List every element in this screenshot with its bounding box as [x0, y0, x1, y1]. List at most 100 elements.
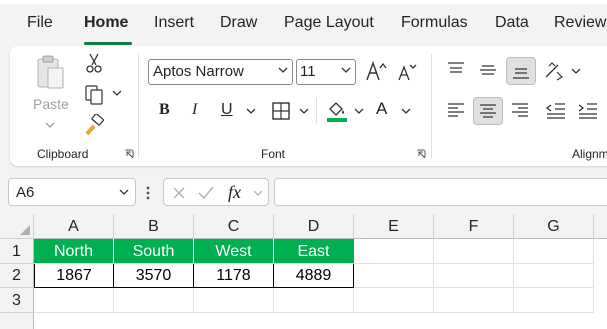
- separator: [431, 54, 432, 158]
- tab-file[interactable]: File: [27, 14, 53, 32]
- chevron-down-icon: [119, 189, 129, 195]
- column-header-d[interactable]: D: [274, 214, 354, 239]
- cell-a2[interactable]: 1867: [34, 264, 114, 288]
- cell-c3[interactable]: [194, 288, 274, 313]
- font-group-label: Font: [261, 147, 286, 161]
- column-header-f[interactable]: F: [434, 214, 514, 239]
- cell-c2[interactable]: 1178: [194, 264, 274, 288]
- insert-function-button[interactable]: fx: [228, 182, 241, 203]
- column-header-a[interactable]: A: [34, 214, 114, 239]
- chevron-down-icon: [341, 67, 351, 73]
- fill-color-dropdown-icon[interactable]: [354, 108, 364, 114]
- column-header-g[interactable]: G: [514, 214, 594, 239]
- increase-font-size-icon[interactable]: [365, 60, 387, 82]
- cell-g1[interactable]: [514, 239, 594, 264]
- cell-e3[interactable]: [354, 288, 434, 313]
- tab-formulas[interactable]: Formulas: [401, 14, 468, 32]
- chevron-down-icon: [278, 67, 288, 73]
- underline-button[interactable]: U: [221, 101, 233, 119]
- cell-d3[interactable]: [274, 288, 354, 313]
- tab-home[interactable]: Home: [84, 14, 128, 32]
- select-all-corner[interactable]: [0, 214, 34, 239]
- separator: [138, 54, 139, 158]
- font-launcher-icon[interactable]: [416, 149, 426, 159]
- font-size-select[interactable]: 11: [296, 59, 356, 85]
- orientation-icon[interactable]: [543, 60, 565, 82]
- paste-button[interactable]: Paste: [28, 52, 72, 134]
- underline-dropdown-icon[interactable]: [246, 108, 256, 114]
- menu-tabs: File Home Insert Draw Page Layout Formul…: [0, 4, 607, 45]
- cell-f1[interactable]: [434, 239, 514, 264]
- bottom-align-icon: [513, 68, 529, 79]
- cell-b1[interactable]: South: [114, 239, 194, 264]
- top-align-icon[interactable]: [446, 61, 466, 79]
- bold-button[interactable]: B: [159, 101, 170, 119]
- active-tab-indicator: [84, 42, 132, 45]
- middle-align-icon[interactable]: [478, 61, 498, 79]
- align-center-icon: [480, 104, 496, 118]
- sheet-grid: A B C D E F G 1 2 3 North South West Eas…: [0, 214, 607, 329]
- borders-icon[interactable]: [271, 101, 291, 121]
- more-options-icon[interactable]: [146, 185, 150, 201]
- paste-label: Paste: [33, 96, 69, 112]
- increase-indent-icon[interactable]: [577, 101, 599, 121]
- orientation-dropdown-icon[interactable]: [571, 68, 581, 74]
- row-header-4[interactable]: [0, 313, 34, 329]
- paste-icon: [37, 55, 64, 89]
- cell-f3[interactable]: [434, 288, 514, 313]
- cell-d2[interactable]: 4889: [274, 264, 354, 288]
- cell-f2[interactable]: [434, 264, 514, 288]
- tab-review[interactable]: Review: [554, 14, 606, 32]
- row-header-1[interactable]: 1: [0, 239, 34, 264]
- decrease-font-size-icon[interactable]: [397, 62, 417, 82]
- cell-g2[interactable]: [514, 264, 594, 288]
- clipboard-launcher-icon[interactable]: [124, 149, 134, 159]
- cell-e2[interactable]: [354, 264, 434, 288]
- clipboard-group-label: Clipboard: [37, 147, 89, 161]
- cell-e1[interactable]: [354, 239, 434, 264]
- cell-c1[interactable]: West: [194, 239, 274, 264]
- cut-icon[interactable]: [84, 52, 104, 74]
- align-left-icon[interactable]: [446, 101, 466, 121]
- column-header-c[interactable]: C: [194, 214, 274, 239]
- font-size-value: 11: [300, 63, 316, 80]
- name-box[interactable]: A6: [8, 178, 136, 206]
- cell-a1[interactable]: North: [34, 239, 114, 264]
- cell-d1[interactable]: East: [274, 239, 354, 264]
- formula-controls: fx: [163, 178, 269, 206]
- chevron-down-icon[interactable]: [253, 190, 263, 196]
- row-header-2[interactable]: 2: [0, 264, 34, 288]
- tab-draw[interactable]: Draw: [220, 14, 257, 32]
- bottom-align-button[interactable]: [506, 57, 536, 85]
- cell-a3[interactable]: [34, 288, 114, 313]
- formula-input[interactable]: [274, 178, 607, 206]
- cell-b2[interactable]: 3570: [114, 264, 194, 288]
- fill-color-icon[interactable]: [326, 99, 348, 123]
- italic-button[interactable]: I: [192, 101, 197, 119]
- separator: [316, 98, 317, 124]
- copy-icon[interactable]: [84, 84, 106, 106]
- font-color-button[interactable]: A: [376, 99, 387, 119]
- cell-b3[interactable]: [114, 288, 194, 313]
- tab-page-layout[interactable]: Page Layout: [284, 14, 374, 32]
- center-align-button[interactable]: [473, 97, 503, 125]
- borders-dropdown-icon[interactable]: [299, 108, 309, 114]
- row-header-3[interactable]: 3: [0, 288, 34, 313]
- copy-dropdown-icon[interactable]: [112, 90, 122, 96]
- font-name-value: Aptos Narrow: [153, 63, 244, 80]
- format-painter-icon[interactable]: [84, 114, 106, 136]
- tab-data[interactable]: Data: [495, 14, 529, 32]
- font-name-select[interactable]: Aptos Narrow: [148, 59, 293, 85]
- font-color-dropdown-icon[interactable]: [401, 108, 411, 114]
- decrease-indent-icon[interactable]: [545, 101, 567, 121]
- column-header-e[interactable]: E: [354, 214, 434, 239]
- align-right-icon[interactable]: [510, 101, 530, 121]
- tab-insert[interactable]: Insert: [154, 14, 194, 32]
- alignment-group-label: Alignm: [572, 147, 607, 161]
- cancel-icon[interactable]: [172, 186, 186, 200]
- column-header-b[interactable]: B: [114, 214, 194, 239]
- cell-g3[interactable]: [514, 288, 594, 313]
- column-header-h[interactable]: [594, 214, 607, 239]
- enter-icon[interactable]: [197, 185, 215, 201]
- formula-bar: A6 fx: [0, 172, 607, 212]
